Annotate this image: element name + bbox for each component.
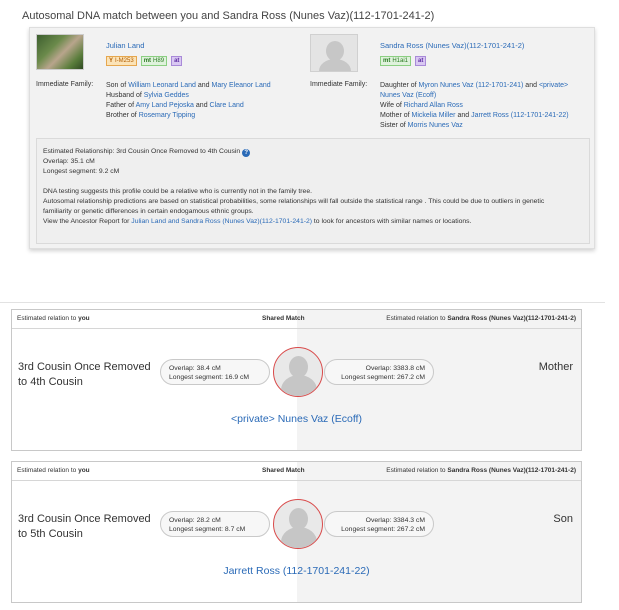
child-link[interactable]: Amy Land Pejoska — [136, 102, 194, 109]
your-family-list: Son of William Leonard Land and Mary Ele… — [106, 82, 271, 119]
relation-to-match: Mother — [538, 361, 573, 373]
note-text: Autosomal relationship predictions are b… — [43, 198, 545, 205]
match-family-list: Daughter of Myron Nunes Vaz (112-1701-24… — [380, 82, 569, 129]
note-text: familiarity or genetic differences in ce… — [43, 208, 254, 215]
overlap-you-pill: Overlap: 28.2 cM Longest segment: 8.7 cM — [160, 511, 270, 537]
section-divider — [0, 302, 605, 303]
relation-to-you: 3rd Cousin Once Removed to 5th Cousin — [18, 513, 151, 540]
mother-link[interactable]: <private> — [539, 82, 568, 89]
estimated-relationship: Estimated Relationship: 3rd Cousin Once … — [43, 148, 241, 155]
mother-link[interactable]: Mary Eleanor Land — [212, 82, 271, 89]
father-link[interactable]: Myron Nunes Vaz (112-1701-241) — [419, 82, 524, 89]
sibling-link[interactable]: Morris Nunes Vaz — [408, 122, 463, 129]
relationship-estimate-box: Estimated Relationship: 3rd Cousin Once … — [36, 138, 590, 244]
sibling-link[interactable]: Rosemary Tipping — [139, 112, 195, 119]
header-relation-match: Estimated relation to Sandra Ross (Nunes… — [386, 467, 576, 474]
relation-to-match: Son — [553, 513, 573, 525]
father-link[interactable]: William Leonard Land — [128, 82, 196, 89]
dna-match-card: Julian Land Y I-M253 mt H89 at Immediate F… — [29, 27, 595, 249]
help-icon[interactable]: ? — [242, 149, 251, 157]
overlap-value: Overlap: 35.1 cM — [43, 158, 95, 165]
match-avatar[interactable] — [310, 34, 358, 72]
y-dna-badge[interactable]: Y I-M253 — [106, 56, 137, 66]
match-family-label: Immediate Family: — [310, 81, 368, 88]
shared-match-name-link[interactable]: <private> Nunes Vaz (Ecoff) — [231, 413, 362, 425]
match-name-link[interactable]: Sandra Ross (Nunes Vaz)(112-1701-241-2) — [380, 41, 524, 50]
header-relation-you: Estimated relation to you — [17, 315, 90, 322]
mt-dna-badge[interactable]: mt H1ai1 — [380, 56, 412, 66]
longest-segment-value: Longest segment: 9.2 cM — [43, 168, 120, 175]
header-shared-match: Shared Match — [262, 315, 305, 322]
shared-match-card: Estimated relation to you Shared Match E… — [11, 309, 582, 451]
child-link[interactable]: Jarrett Ross (112-1701-241-22) — [471, 112, 569, 119]
overlap-match-pill: Overlap: 3383.8 cM Longest segment: 267.… — [324, 359, 434, 385]
child-link[interactable]: Mickelia Miller — [412, 112, 456, 119]
your-family-label: Immediate Family: — [36, 81, 94, 88]
header-relation-you: Estimated relation to you — [17, 467, 90, 474]
mother-link-cont[interactable]: Nunes Vaz (Ecoff) — [380, 92, 436, 99]
match-dna-badges: mt H1ai1 at — [380, 56, 427, 66]
at-dna-badge[interactable]: at — [171, 56, 183, 66]
your-dna-badges: Y I-M253 mt H89 at — [106, 56, 183, 66]
shared-match-avatar[interactable] — [273, 499, 323, 549]
spouse-link[interactable]: Sylvia Geddes — [144, 92, 189, 99]
shared-match-name-link[interactable]: Jarrett Ross (112-1701-241-22) — [223, 565, 369, 577]
your-name-link[interactable]: Julian Land — [106, 41, 144, 50]
at-dna-badge[interactable]: at — [415, 56, 427, 66]
page-title: Autosomal DNA match between you and Sand… — [22, 10, 435, 22]
child-link[interactable]: Clare Land — [210, 102, 244, 109]
header-shared-match: Shared Match — [262, 467, 305, 474]
mt-dna-badge[interactable]: mt H89 — [140, 56, 168, 66]
spouse-link[interactable]: Richard Allan Ross — [404, 102, 463, 109]
overlap-match-pill: Overlap: 3384.3 cM Longest segment: 267.… — [324, 511, 434, 537]
overlap-you-pill: Overlap: 38.4 cM Longest segment: 16.9 c… — [160, 359, 270, 385]
shared-match-card: Estimated relation to you Shared Match E… — [11, 461, 582, 603]
your-photo[interactable] — [36, 34, 84, 70]
shared-match-avatar[interactable] — [273, 347, 323, 397]
relation-to-you: 3rd Cousin Once Removed to 4th Cousin — [18, 361, 151, 388]
header-relation-match: Estimated relation to Sandra Ross (Nunes… — [386, 315, 576, 322]
note-text: DNA testing suggests this profile could … — [43, 188, 312, 195]
ancestor-report-link[interactable]: Julian Land and Sandra Ross (Nunes Vaz)(… — [131, 218, 312, 225]
